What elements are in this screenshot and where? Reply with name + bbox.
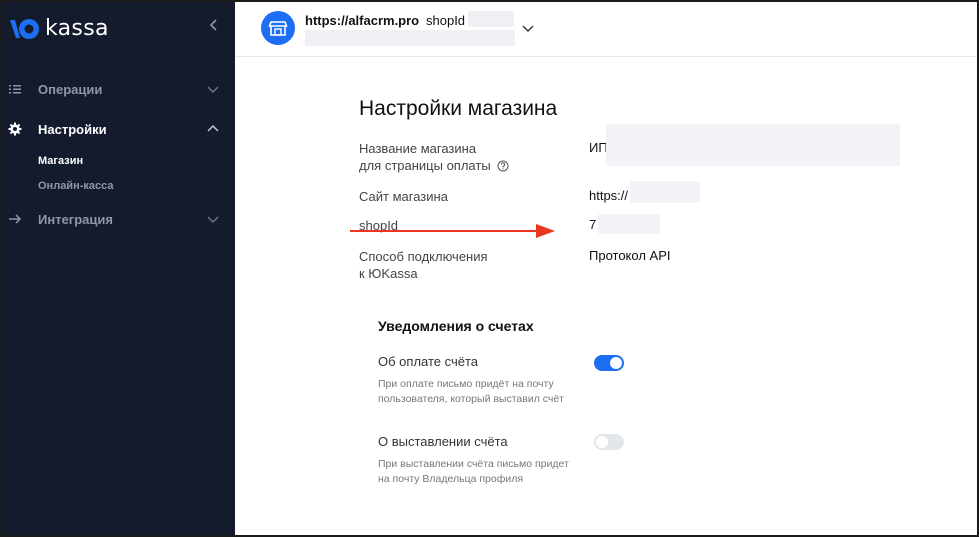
brand-logo[interactable]: kassa bbox=[8, 16, 109, 41]
help-icon[interactable] bbox=[497, 160, 509, 172]
shop-avatar[interactable] bbox=[261, 11, 295, 45]
desc-line: на почту Владельца профиля bbox=[378, 473, 524, 485]
sidebar-subitem-online-kassa[interactable]: Онлайн-касса bbox=[38, 180, 114, 192]
list-icon bbox=[9, 85, 21, 94]
top-header: https://alfacrm.pro shopId bbox=[235, 2, 977, 57]
shop-url: https://alfacrm.pro bbox=[305, 13, 420, 28]
connection-method-value: Протокол API bbox=[589, 248, 671, 263]
label-text: для страницы оплаты bbox=[359, 158, 491, 173]
label-line: Название магазина bbox=[359, 141, 477, 156]
arrow-right-icon bbox=[9, 214, 22, 224]
collapse-sidebar-icon[interactable] bbox=[206, 17, 222, 33]
sidebar-item-label: Операции bbox=[38, 81, 103, 97]
notifications-section-title: Уведомления о счетах bbox=[378, 318, 534, 334]
shop-site-value: https:// bbox=[589, 188, 629, 203]
brand-logo-text: kassa bbox=[45, 16, 109, 41]
chevron-down-icon bbox=[207, 216, 219, 223]
shop-site-label: Сайт магазина bbox=[359, 189, 448, 204]
redacted-shop-id-value bbox=[598, 214, 660, 234]
sidebar-item-operations[interactable]: Операции bbox=[2, 77, 235, 101]
label-line: для страницы оплаты bbox=[359, 157, 509, 174]
yookassa-logo-icon bbox=[10, 18, 39, 39]
sidebar-item-integration[interactable]: Интеграция bbox=[2, 207, 235, 231]
label-line: к ЮKassa bbox=[359, 266, 418, 281]
redacted-shop-id bbox=[468, 11, 514, 27]
invoice-notification-description: При выставлении счёта письмо придет на п… bbox=[378, 457, 598, 487]
redacted-shop-site bbox=[630, 181, 700, 203]
chevron-up-icon bbox=[207, 125, 219, 132]
desc-line: пользователя, который выставил счёт bbox=[378, 393, 564, 405]
sidebar-item-settings[interactable]: Настройки bbox=[2, 117, 235, 141]
toggle-knob bbox=[610, 357, 622, 369]
shop-name-value: ИП bbox=[589, 140, 608, 155]
gear-icon bbox=[8, 122, 22, 136]
desc-line: При оплате письмо придёт на почту bbox=[378, 378, 554, 390]
invoice-notification-label: О выставлении счёта bbox=[378, 434, 508, 449]
store-icon bbox=[268, 21, 288, 36]
redacted-shop-name bbox=[305, 30, 515, 46]
chevron-down-icon bbox=[207, 86, 219, 93]
sidebar-item-label: Интеграция bbox=[38, 211, 113, 227]
label-line: Способ подключения bbox=[359, 249, 488, 264]
payment-notification-toggle[interactable] bbox=[594, 355, 624, 371]
shop-id-value: 7 bbox=[589, 217, 597, 232]
sidebar: kassa Операции Настройки Магазин Онлайн-… bbox=[2, 2, 235, 535]
sidebar-item-label: Настройки bbox=[38, 121, 107, 137]
invoice-notification-toggle[interactable] bbox=[594, 434, 624, 450]
sidebar-subitem-shop[interactable]: Магазин bbox=[38, 155, 83, 167]
shop-name-label: Название магазина для страницы оплаты bbox=[359, 140, 509, 174]
payment-notification-description: При оплате письмо придёт на почту пользо… bbox=[378, 377, 598, 407]
chevron-down-icon[interactable] bbox=[522, 23, 534, 33]
annotation-arrow bbox=[350, 224, 555, 238]
desc-line: При выставлении счёта письмо придет bbox=[378, 458, 569, 470]
connection-method-label: Способ подключения к ЮKassa bbox=[359, 248, 488, 282]
toggle-knob bbox=[596, 436, 608, 448]
page-title: Настройки магазина bbox=[359, 97, 558, 120]
redacted-shop-name-value bbox=[606, 124, 900, 166]
shop-id-label: shopId bbox=[426, 13, 466, 28]
payment-notification-label: Об оплате счёта bbox=[378, 354, 479, 369]
app-window: kassa Операции Настройки Магазин Онлайн-… bbox=[0, 0, 979, 537]
